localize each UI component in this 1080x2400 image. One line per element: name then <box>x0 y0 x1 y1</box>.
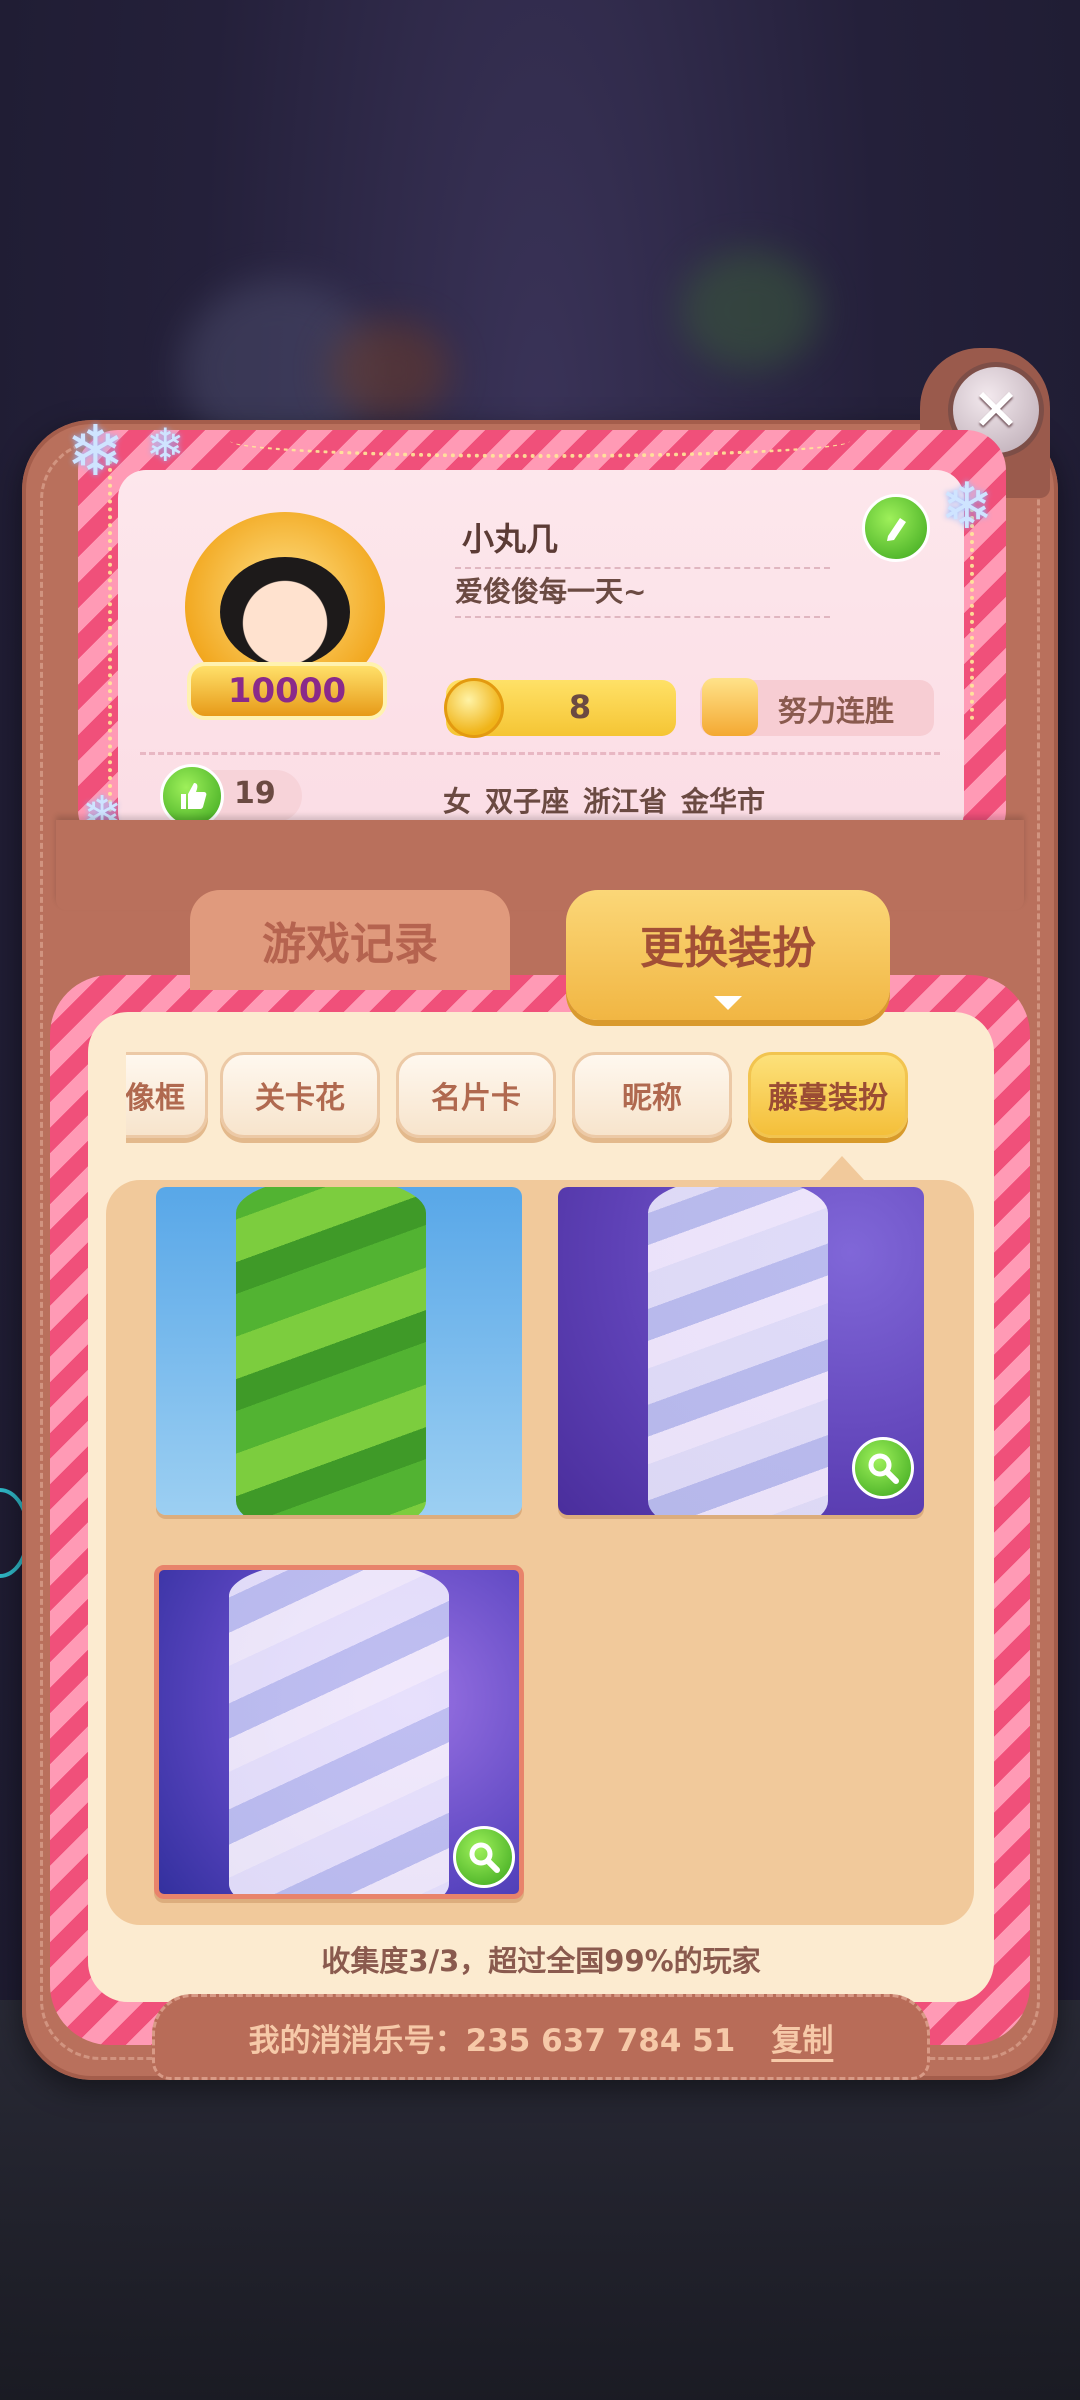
info-city: 金华市 <box>681 785 766 818</box>
vine-item-crystal[interactable] <box>558 1187 924 1515</box>
copy-button[interactable]: 复制 <box>771 2015 833 2060</box>
bg-blob <box>330 320 450 420</box>
chip-nickname[interactable]: 昵称 <box>572 1052 732 1138</box>
divider <box>455 616 830 618</box>
snowflake-icon: ❄ <box>146 418 185 472</box>
player-info: 女双子座 浙江省 金华市 <box>443 780 779 820</box>
edit-button[interactable] <box>862 494 930 562</box>
tab-arrow-icon <box>714 996 742 1010</box>
green-vine-image <box>236 1187 426 1515</box>
player-name: 小丸几 <box>462 520 559 558</box>
like-button[interactable] <box>160 764 224 828</box>
zoom-icon <box>469 1842 500 1873</box>
chip-avatar-frame[interactable]: 像框 <box>126 1052 208 1138</box>
footer-tab: 我的消消乐号：235 637 784 51 复制 <box>152 1994 930 2080</box>
avatar-image <box>220 557 350 667</box>
player-signature: 爱俊俊每一天~ <box>455 575 647 608</box>
zoom-icon <box>868 1453 899 1484</box>
info-zodiac: 双子座 <box>485 785 570 818</box>
chip-pointer-icon <box>820 1156 864 1180</box>
coin-value: 8 <box>568 688 592 726</box>
info-gender: 女 <box>443 785 472 818</box>
crystal-heart-vine-image <box>229 1570 449 1894</box>
info-province: 浙江省 <box>583 785 668 818</box>
star-lights <box>230 424 850 458</box>
edit-icon <box>887 518 906 541</box>
star-lights <box>78 460 112 820</box>
close-icon: ✕ <box>971 376 1021 444</box>
bg-blob <box>680 250 820 370</box>
like-icon <box>181 783 207 809</box>
chip-name-card[interactable]: 名片卡 <box>396 1052 556 1138</box>
snowflake-icon: ❄ <box>940 470 994 544</box>
like-count: 19 <box>234 776 276 811</box>
vine-item-green[interactable] <box>156 1187 522 1515</box>
vine-item-crystal-heart[interactable] <box>154 1565 524 1899</box>
category-chips: 像框 关卡花 名片卡 昵称 藤蔓装扮 <box>126 1052 926 1148</box>
avatar[interactable]: 10000 <box>165 502 415 742</box>
crystal-vine-image <box>648 1187 828 1515</box>
chip-level-flower[interactable]: 关卡花 <box>220 1052 380 1138</box>
snowflake-icon: ❄ <box>66 410 125 492</box>
zoom-button[interactable] <box>852 1437 914 1499</box>
streak-icon <box>702 678 758 736</box>
tab-game-records[interactable]: 游戏记录 <box>190 890 510 990</box>
collection-progress: 收集度3/3，超过全国99%的玩家 <box>321 1944 761 1978</box>
zoom-button[interactable] <box>453 1826 515 1888</box>
divider <box>455 567 830 569</box>
divider <box>140 752 940 755</box>
avatar-badge: 10000 <box>187 662 387 720</box>
streak-label: 努力连胜 <box>778 694 895 728</box>
coin-icon <box>444 678 504 738</box>
chip-vine-outfit[interactable]: 藤蔓装扮 <box>748 1052 908 1138</box>
player-id: 我的消消乐号：235 637 784 51 <box>248 2022 736 2059</box>
